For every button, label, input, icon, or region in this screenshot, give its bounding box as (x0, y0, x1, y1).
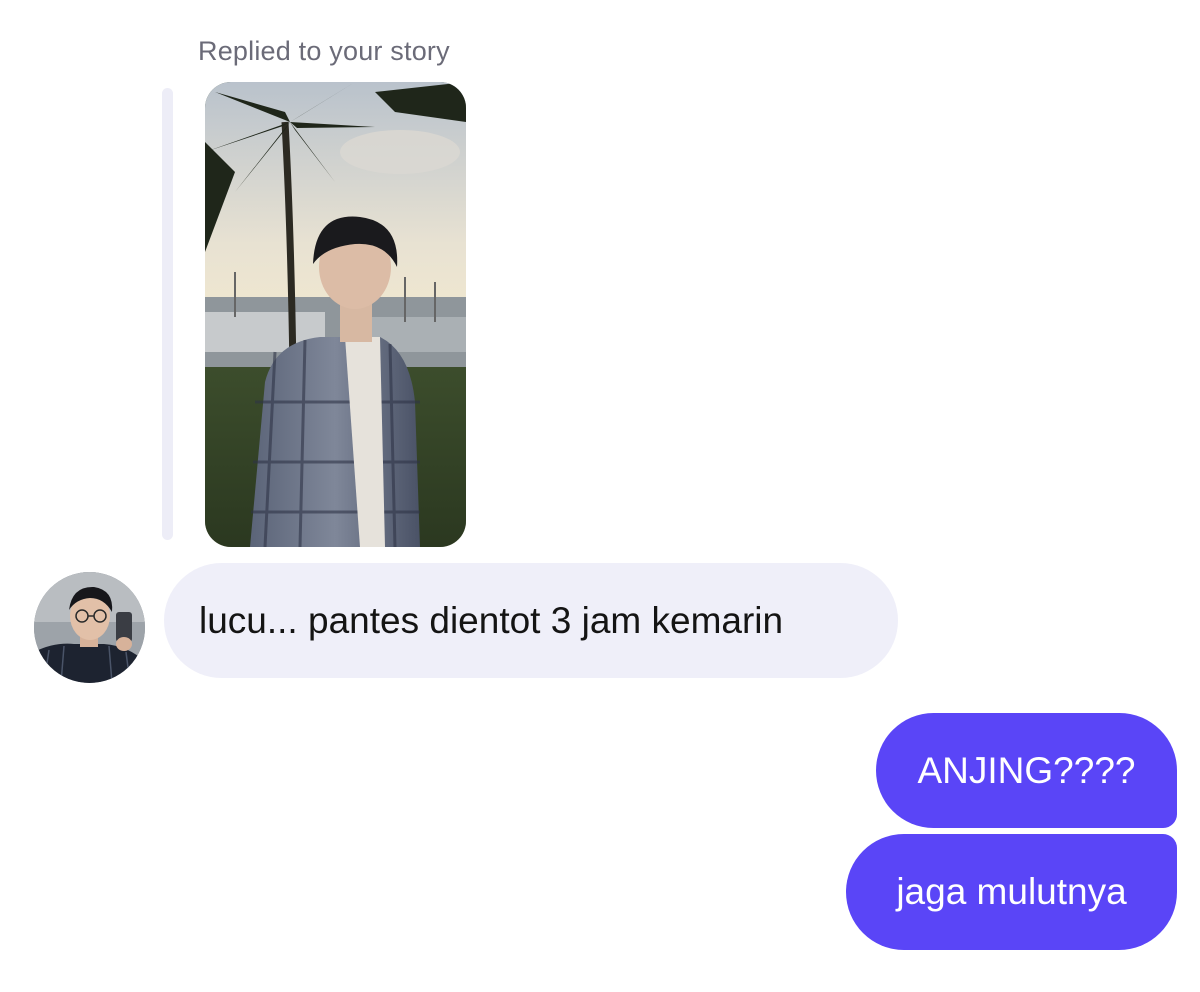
avatar-photo (34, 572, 145, 683)
sender-avatar[interactable] (34, 572, 145, 683)
reply-context-label: Replied to your story (198, 36, 450, 66)
outgoing-message-bubble[interactable]: jaga mulutnya (846, 834, 1177, 950)
story-thumbnail[interactable] (205, 82, 466, 547)
story-photo (205, 82, 466, 547)
outgoing-message-bubble[interactable]: ANJING???? (876, 713, 1177, 828)
reply-quote-bar (162, 88, 173, 540)
incoming-message-bubble[interactable]: lucu... pantes dientot 3 jam kemarin (164, 563, 898, 678)
